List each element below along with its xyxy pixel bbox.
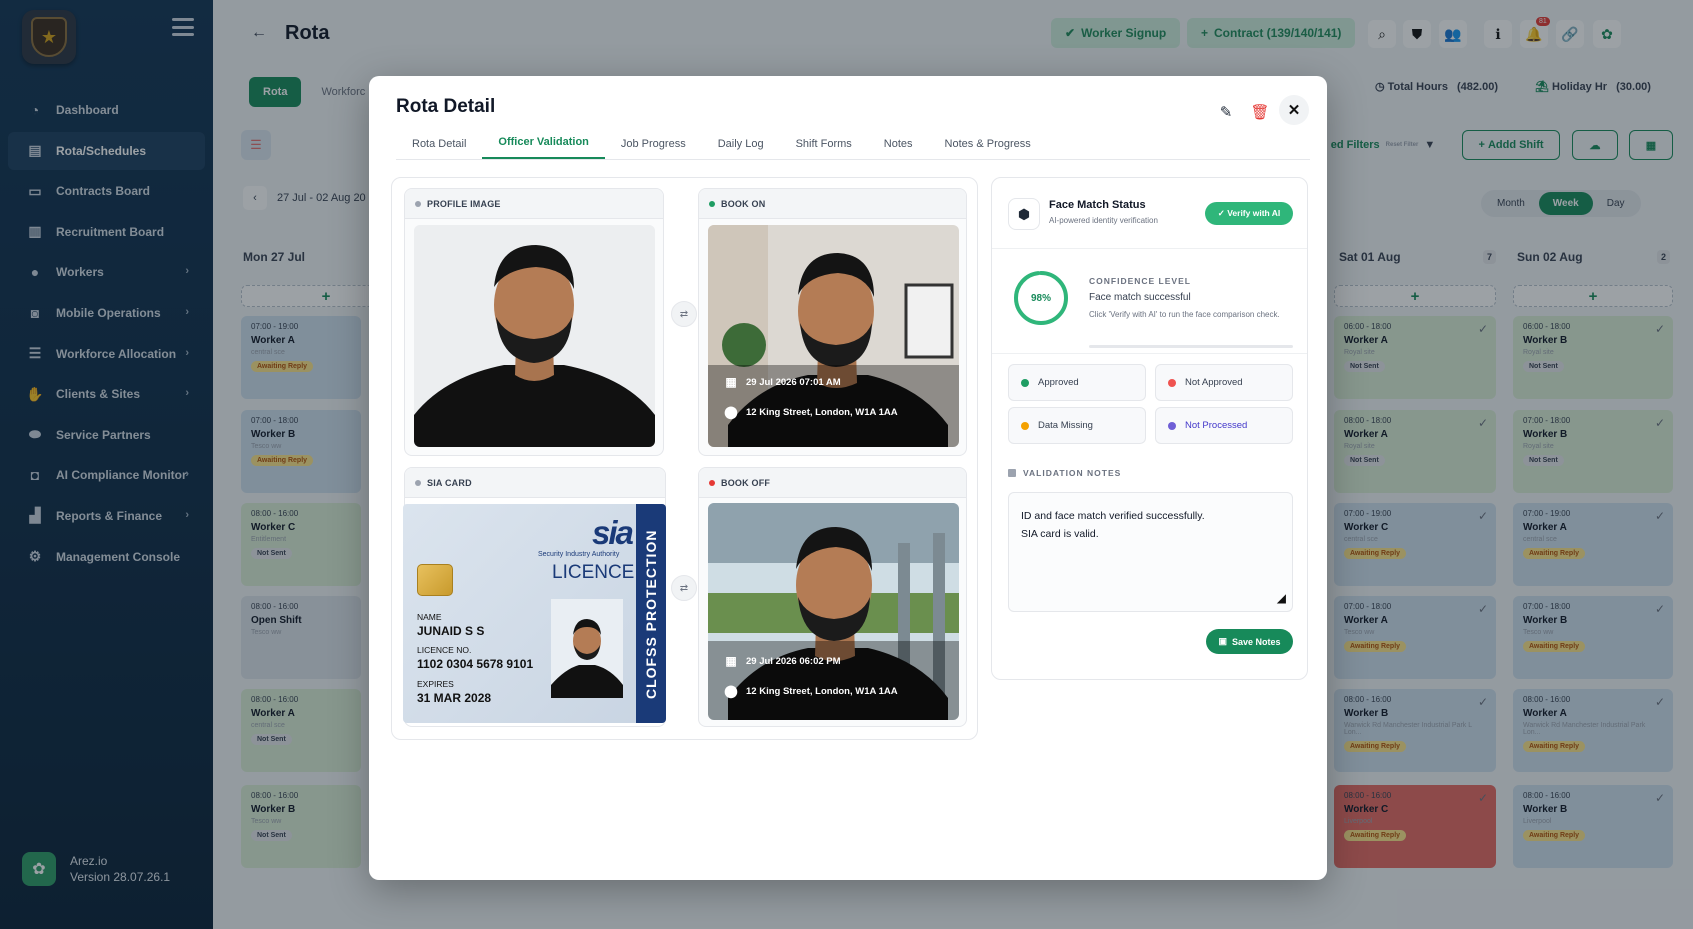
confidence-percent: 98%	[1030, 292, 1051, 304]
verify-with-ai-button[interactable]: ✓ Verify with AI	[1205, 202, 1293, 225]
status-not-approved[interactable]: Not Approved	[1155, 364, 1293, 401]
sia-band: CLOFSS PROTECTION	[636, 504, 666, 723]
location-pin-icon: ⬤	[724, 405, 738, 419]
modal-tabs: Rota Detail Officer Validation Job Progr…	[396, 128, 1310, 160]
chip-icon	[417, 564, 453, 596]
book-on-location: ⬤ 12 King Street, London, W1A 1AA	[724, 405, 898, 419]
tab-job-progress[interactable]: Job Progress	[605, 138, 702, 159]
confidence-bar	[1089, 345, 1293, 348]
book-off-location-text: 12 King Street, London, W1A 1AA	[746, 685, 898, 697]
divider	[992, 248, 1307, 249]
tab-notes-progress[interactable]: Notes & Progress	[929, 138, 1047, 159]
sia-logo: sia	[592, 514, 634, 551]
status-not-processed-label: Not Processed	[1185, 420, 1248, 431]
book-off-photo[interactable]: ▦ 29 Jul 2026 06:02 PM ⬤ 12 King Street, L…	[708, 503, 959, 720]
face-match-title: Face Match Status	[1049, 199, 1146, 211]
calendar-icon: ▦	[725, 375, 737, 389]
sia-licence-no: 1102 0304 5678 9101	[417, 657, 534, 671]
status-approved-label: Approved	[1038, 377, 1079, 388]
book-off-label: BOOK OFF	[721, 477, 771, 488]
person-portrait-icon	[414, 225, 655, 447]
tab-notes[interactable]: Notes	[868, 138, 929, 159]
book-off-header: BOOK OFF	[699, 468, 966, 498]
validation-notes-textarea[interactable]: ID and face match verified successfully.…	[1008, 492, 1293, 612]
notes-icon	[1008, 469, 1016, 477]
profile-image-card: PROFILE IMAGE	[404, 188, 664, 456]
rota-detail-modal: Rota Detail ✎ 🗑 ✕ Rota Detail Officer Va…	[369, 76, 1327, 880]
sia-name: JUNAID S S	[417, 624, 485, 638]
sia-expires-label: EXPIRES	[417, 679, 454, 689]
book-on-photo[interactable]: ▦ 29 Jul 2026 07:01 AM ⬤ 12 King Street, L…	[708, 225, 959, 447]
book-on-location-text: 12 King Street, London, W1A 1AA	[746, 406, 898, 418]
book-on-header: BOOK ON	[699, 189, 966, 219]
location-pin-icon-2: ⬤	[724, 684, 738, 698]
status-data-missing[interactable]: Data Missing	[1008, 407, 1146, 444]
modal-title: Rota Detail	[396, 96, 496, 117]
status-dot	[1021, 378, 1029, 387]
status-dot-2	[1168, 378, 1176, 387]
save-notes-button[interactable]: ▣ Save Notes	[1206, 629, 1293, 654]
book-off-location: ⬤ 12 King Street, London, W1A 1AA	[724, 684, 898, 698]
sia-licence-word: LICENCE	[552, 562, 635, 583]
confidence-label: CONFIDENCE LEVEL	[1089, 276, 1191, 286]
calendar-icon-2: ▦	[725, 654, 737, 668]
status-dot-4	[1168, 421, 1176, 430]
profile-image-label: PROFILE IMAGE	[427, 198, 501, 209]
compare-icon-2[interactable]: ⇄	[671, 575, 697, 601]
face-match-panel: ⬢ Face Match Status AI-powered identity …	[991, 177, 1308, 680]
sia-licence-image[interactable]: CLOFSS PROTECTION sia Security Industry …	[403, 504, 666, 723]
notes-line-2: SIA card is valid.	[1021, 528, 1099, 540]
sia-expires: 31 MAR 2028	[417, 691, 492, 705]
divider-2	[992, 353, 1307, 354]
confidence-ring: 98%	[1012, 269, 1070, 327]
tab-daily-log[interactable]: Daily Log	[702, 138, 780, 159]
compare-icon[interactable]: ⇄	[671, 301, 697, 327]
face-scan-icon: ⬢	[1008, 198, 1040, 230]
book-on-label: BOOK ON	[721, 198, 766, 209]
profile-photo[interactable]	[414, 225, 655, 447]
book-on-datetime-text: 29 Jul 2026 07:01 AM	[746, 376, 841, 388]
book-on-datetime: ▦ 29 Jul 2026 07:01 AM	[724, 375, 841, 389]
sia-authority: Security Industry Authority	[538, 551, 620, 558]
sia-name-label: NAME	[417, 612, 442, 622]
book-on-card: BOOK ON ▦ 29 Jul 2026 07:01 AM ⬤ 12 King…	[698, 188, 967, 456]
validation-notes-label: VALIDATION NOTES	[1023, 468, 1122, 478]
status-data-missing-label: Data Missing	[1038, 420, 1093, 431]
notes-line-1: ID and face match verified successfully.	[1021, 510, 1205, 522]
book-off-datetime-text: 29 Jul 2026 06:02 PM	[746, 655, 841, 667]
profile-image-header: PROFILE IMAGE	[405, 189, 663, 219]
sia-card-header: SIA CARD	[405, 468, 665, 498]
verify-hint: Click 'Verify with AI' to run the face c…	[1089, 310, 1280, 319]
book-off-datetime: ▦ 29 Jul 2026 06:02 PM	[724, 654, 841, 668]
resize-handle-icon[interactable]: ◢	[1277, 589, 1286, 607]
status-not-processed[interactable]: Not Processed	[1155, 407, 1293, 444]
match-result: Face match successful	[1089, 292, 1191, 303]
edit-pencil-icon[interactable]: ✎	[1212, 98, 1240, 126]
tab-shift-forms[interactable]: Shift Forms	[780, 138, 868, 159]
status-approved[interactable]: Approved	[1008, 364, 1146, 401]
validation-notes-heading: VALIDATION NOTES	[1008, 468, 1121, 478]
tab-rota-detail[interactable]: Rota Detail	[396, 138, 482, 159]
sia-card-label: SIA CARD	[427, 477, 472, 488]
face-match-subtitle: AI-powered identity verification	[1049, 216, 1158, 225]
status-dot-3	[1021, 421, 1029, 430]
save-icon: ▣	[1218, 636, 1227, 646]
sia-portrait-icon	[551, 599, 623, 698]
book-off-card: BOOK OFF ▦ 29 Jul 2026 06:02 PM ⬤ 12 Kin…	[698, 467, 967, 727]
sia-photo	[551, 599, 623, 698]
save-notes-label: Save Notes	[1231, 636, 1281, 647]
tab-officer-validation[interactable]: Officer Validation	[482, 136, 605, 159]
delete-trash-icon[interactable]: 🗑	[1246, 98, 1274, 126]
close-icon[interactable]: ✕	[1279, 95, 1309, 125]
status-not-approved-label: Not Approved	[1185, 377, 1243, 388]
app-root: ★ ◔ Dashboard ▤ Rota/Schedules ▭ Contracts Bo…	[0, 0, 1693, 929]
sia-licence-no-label: LICENCE NO.	[417, 645, 472, 655]
